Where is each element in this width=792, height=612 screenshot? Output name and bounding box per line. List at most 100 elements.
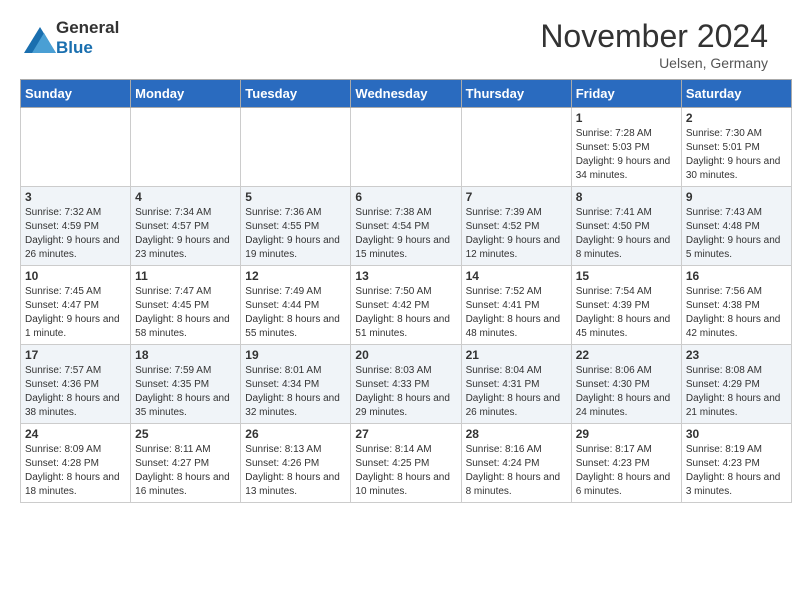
sunrise: Sunrise: 7:52 AM [466, 285, 567, 299]
sunset: Sunset: 4:26 PM [245, 457, 346, 471]
day-info: Sunrise: 7:30 AM Sunset: 5:01 PM Dayligh… [686, 127, 787, 183]
day-info: Sunrise: 7:57 AM Sunset: 4:36 PM Dayligh… [25, 364, 126, 420]
sunrise: Sunrise: 7:50 AM [355, 285, 456, 299]
sunset: Sunset: 4:36 PM [25, 378, 126, 392]
daylight: Daylight: 9 hours and 1 minute. [25, 313, 126, 341]
day-info: Sunrise: 8:11 AM Sunset: 4:27 PM Dayligh… [135, 443, 236, 499]
sunrise: Sunrise: 8:13 AM [245, 443, 346, 457]
sunset: Sunset: 4:48 PM [686, 220, 787, 234]
day-info: Sunrise: 7:47 AM Sunset: 4:45 PM Dayligh… [135, 285, 236, 341]
calendar-cell [351, 108, 461, 187]
calendar-cell: 23 Sunrise: 8:08 AM Sunset: 4:29 PM Dayl… [681, 345, 791, 424]
sunrise: Sunrise: 7:54 AM [576, 285, 677, 299]
sunrise: Sunrise: 7:47 AM [135, 285, 236, 299]
day-info: Sunrise: 7:52 AM Sunset: 4:41 PM Dayligh… [466, 285, 567, 341]
daylight: Daylight: 8 hours and 45 minutes. [576, 313, 677, 341]
daylight: Daylight: 8 hours and 26 minutes. [466, 392, 567, 420]
sunset: Sunset: 4:50 PM [576, 220, 677, 234]
day-info: Sunrise: 7:41 AM Sunset: 4:50 PM Dayligh… [576, 206, 677, 262]
day-number: 3 [25, 190, 126, 204]
day-info: Sunrise: 7:32 AM Sunset: 4:59 PM Dayligh… [25, 206, 126, 262]
daylight: Daylight: 8 hours and 38 minutes. [25, 392, 126, 420]
calendar-week-2: 3 Sunrise: 7:32 AM Sunset: 4:59 PM Dayli… [21, 187, 792, 266]
daylight: Daylight: 9 hours and 34 minutes. [576, 155, 677, 183]
day-info: Sunrise: 8:14 AM Sunset: 4:25 PM Dayligh… [355, 443, 456, 499]
calendar-cell: 20 Sunrise: 8:03 AM Sunset: 4:33 PM Dayl… [351, 345, 461, 424]
calendar-wrapper: Sunday Monday Tuesday Wednesday Thursday… [0, 79, 792, 513]
day-info: Sunrise: 7:34 AM Sunset: 4:57 PM Dayligh… [135, 206, 236, 262]
day-info: Sunrise: 7:36 AM Sunset: 4:55 PM Dayligh… [245, 206, 346, 262]
sunset: Sunset: 4:35 PM [135, 378, 236, 392]
day-info: Sunrise: 8:17 AM Sunset: 4:23 PM Dayligh… [576, 443, 677, 499]
calendar-table: Sunday Monday Tuesday Wednesday Thursday… [20, 79, 792, 503]
day-info: Sunrise: 7:38 AM Sunset: 4:54 PM Dayligh… [355, 206, 456, 262]
calendar-week-3: 10 Sunrise: 7:45 AM Sunset: 4:47 PM Dayl… [21, 266, 792, 345]
day-info: Sunrise: 8:13 AM Sunset: 4:26 PM Dayligh… [245, 443, 346, 499]
calendar-cell: 12 Sunrise: 7:49 AM Sunset: 4:44 PM Dayl… [241, 266, 351, 345]
sunrise: Sunrise: 8:01 AM [245, 364, 346, 378]
day-number: 18 [135, 348, 236, 362]
sunrise: Sunrise: 8:16 AM [466, 443, 567, 457]
sunset: Sunset: 5:03 PM [576, 141, 677, 155]
calendar-cell: 25 Sunrise: 8:11 AM Sunset: 4:27 PM Dayl… [131, 424, 241, 503]
day-info: Sunrise: 7:59 AM Sunset: 4:35 PM Dayligh… [135, 364, 236, 420]
sunrise: Sunrise: 8:03 AM [355, 364, 456, 378]
title-block: November 2024 Uelsen, Germany [540, 18, 768, 71]
daylight: Daylight: 8 hours and 6 minutes. [576, 471, 677, 499]
sunset: Sunset: 4:38 PM [686, 299, 787, 313]
calendar-cell [461, 108, 571, 187]
sunset: Sunset: 4:23 PM [576, 457, 677, 471]
day-number: 11 [135, 269, 236, 283]
col-sunday: Sunday [21, 80, 131, 108]
sunset: Sunset: 4:52 PM [466, 220, 567, 234]
sunrise: Sunrise: 7:38 AM [355, 206, 456, 220]
day-info: Sunrise: 8:06 AM Sunset: 4:30 PM Dayligh… [576, 364, 677, 420]
day-number: 8 [576, 190, 677, 204]
sunrise: Sunrise: 7:59 AM [135, 364, 236, 378]
calendar-cell: 7 Sunrise: 7:39 AM Sunset: 4:52 PM Dayli… [461, 187, 571, 266]
daylight: Daylight: 8 hours and 55 minutes. [245, 313, 346, 341]
calendar-cell: 19 Sunrise: 8:01 AM Sunset: 4:34 PM Dayl… [241, 345, 351, 424]
sunset: Sunset: 4:33 PM [355, 378, 456, 392]
col-monday: Monday [131, 80, 241, 108]
daylight: Daylight: 9 hours and 19 minutes. [245, 234, 346, 262]
sunrise: Sunrise: 8:04 AM [466, 364, 567, 378]
logo-general: General [56, 18, 119, 37]
daylight: Daylight: 9 hours and 23 minutes. [135, 234, 236, 262]
sunrise: Sunrise: 8:08 AM [686, 364, 787, 378]
sunrise: Sunrise: 8:19 AM [686, 443, 787, 457]
calendar-cell: 3 Sunrise: 7:32 AM Sunset: 4:59 PM Dayli… [21, 187, 131, 266]
daylight: Daylight: 8 hours and 51 minutes. [355, 313, 456, 341]
col-wednesday: Wednesday [351, 80, 461, 108]
daylight: Daylight: 8 hours and 10 minutes. [355, 471, 456, 499]
calendar-cell: 11 Sunrise: 7:47 AM Sunset: 4:45 PM Dayl… [131, 266, 241, 345]
day-info: Sunrise: 8:16 AM Sunset: 4:24 PM Dayligh… [466, 443, 567, 499]
col-tuesday: Tuesday [241, 80, 351, 108]
daylight: Daylight: 9 hours and 26 minutes. [25, 234, 126, 262]
sunrise: Sunrise: 7:41 AM [576, 206, 677, 220]
day-number: 21 [466, 348, 567, 362]
calendar-cell: 30 Sunrise: 8:19 AM Sunset: 4:23 PM Dayl… [681, 424, 791, 503]
sunrise: Sunrise: 7:32 AM [25, 206, 126, 220]
sunset: Sunset: 4:23 PM [686, 457, 787, 471]
day-number: 9 [686, 190, 787, 204]
calendar-cell: 13 Sunrise: 7:50 AM Sunset: 4:42 PM Dayl… [351, 266, 461, 345]
calendar-week-1: 1 Sunrise: 7:28 AM Sunset: 5:03 PM Dayli… [21, 108, 792, 187]
daylight: Daylight: 8 hours and 16 minutes. [135, 471, 236, 499]
calendar-week-4: 17 Sunrise: 7:57 AM Sunset: 4:36 PM Dayl… [21, 345, 792, 424]
sunset: Sunset: 4:29 PM [686, 378, 787, 392]
sunrise: Sunrise: 7:28 AM [576, 127, 677, 141]
sunset: Sunset: 4:59 PM [25, 220, 126, 234]
sunset: Sunset: 4:45 PM [135, 299, 236, 313]
page-header: General Blue November 2024 Uelsen, Germa… [0, 0, 792, 79]
daylight: Daylight: 8 hours and 3 minutes. [686, 471, 787, 499]
logo-icon [24, 27, 52, 49]
daylight: Daylight: 8 hours and 8 minutes. [466, 471, 567, 499]
calendar-cell: 21 Sunrise: 8:04 AM Sunset: 4:31 PM Dayl… [461, 345, 571, 424]
calendar-cell [21, 108, 131, 187]
day-info: Sunrise: 7:56 AM Sunset: 4:38 PM Dayligh… [686, 285, 787, 341]
calendar-cell: 26 Sunrise: 8:13 AM Sunset: 4:26 PM Dayl… [241, 424, 351, 503]
calendar-cell [241, 108, 351, 187]
sunset: Sunset: 4:31 PM [466, 378, 567, 392]
col-saturday: Saturday [681, 80, 791, 108]
